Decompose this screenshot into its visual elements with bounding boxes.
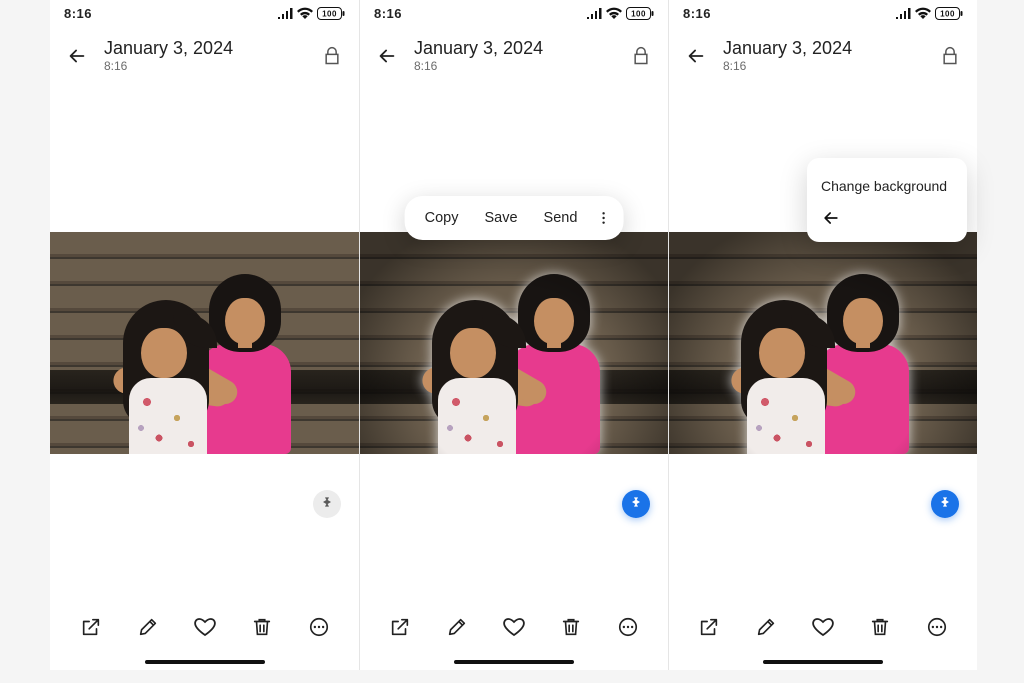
- svg-text:100: 100: [631, 9, 646, 18]
- header-date: January 3, 2024: [723, 38, 923, 59]
- phone-screenshot-1: 8:16 100 January 3, 2024 8:16: [50, 0, 359, 670]
- signal-icon: [896, 8, 911, 19]
- home-indicator[interactable]: [145, 660, 265, 664]
- svg-text:100: 100: [940, 9, 955, 18]
- girl-front: [729, 306, 849, 454]
- status-bar: 8:16 100: [360, 0, 668, 26]
- status-time: 8:16: [374, 6, 402, 21]
- header-date: January 3, 2024: [414, 38, 614, 59]
- subject-action-popup: Copy Save Send: [405, 196, 624, 240]
- header: January 3, 2024 8:16: [50, 26, 359, 86]
- header-time: 8:16: [723, 60, 923, 74]
- back-arrow-icon: [821, 208, 841, 228]
- photo-subjects: [105, 278, 305, 454]
- header-time: 8:16: [414, 60, 614, 74]
- header-title: January 3, 2024 8:16: [723, 38, 923, 74]
- favorite-button[interactable]: [497, 610, 531, 644]
- home-indicator[interactable]: [763, 660, 883, 664]
- status-bar: 8:16 100: [669, 0, 977, 26]
- lock-button[interactable]: [937, 43, 963, 69]
- photo[interactable]: [50, 232, 359, 454]
- photo-area: [360, 86, 668, 600]
- signal-icon: [587, 8, 602, 19]
- wifi-icon: [606, 7, 622, 19]
- popup-more-icon[interactable]: [591, 206, 615, 230]
- more-button[interactable]: [302, 610, 336, 644]
- battery-icon: 100: [317, 7, 345, 20]
- edit-button[interactable]: [440, 610, 474, 644]
- edit-button[interactable]: [749, 610, 783, 644]
- photo[interactable]: [360, 232, 668, 454]
- subject-cutout-button[interactable]: [931, 490, 959, 518]
- phone-screenshot-2: 8:16 100 January 3, 2024 8:16: [359, 0, 668, 670]
- photo-subjects-selected[interactable]: [723, 278, 923, 454]
- sheet-change-background[interactable]: Change background: [821, 170, 953, 202]
- wifi-icon: [915, 7, 931, 19]
- status-time: 8:16: [683, 6, 711, 21]
- popup-send[interactable]: Send: [532, 206, 590, 230]
- back-button[interactable]: [683, 43, 709, 69]
- battery-level: 100: [322, 9, 337, 18]
- popup-copy[interactable]: Copy: [413, 206, 471, 230]
- back-button[interactable]: [64, 43, 90, 69]
- header-date: January 3, 2024: [104, 38, 305, 59]
- share-button[interactable]: [383, 610, 417, 644]
- girl-front: [111, 306, 231, 454]
- delete-button[interactable]: [245, 610, 279, 644]
- header: January 3, 2024 8:16: [360, 26, 668, 86]
- home-indicator[interactable]: [454, 660, 574, 664]
- share-button[interactable]: [692, 610, 726, 644]
- status-right: 100: [587, 7, 654, 20]
- more-button[interactable]: [611, 610, 645, 644]
- status-bar: 8:16 100: [50, 0, 359, 26]
- signal-icon: [278, 8, 293, 19]
- photo-area: [50, 86, 359, 600]
- status-right: 100: [278, 7, 345, 20]
- photo-subjects-selected[interactable]: [414, 278, 614, 454]
- subject-cutout-button[interactable]: [622, 490, 650, 518]
- lock-button[interactable]: [628, 43, 654, 69]
- header-time: 8:16: [104, 60, 305, 74]
- subject-more-sheet: Change background: [807, 158, 967, 242]
- status-time: 8:16: [64, 6, 92, 21]
- battery-icon: 100: [935, 7, 963, 20]
- battery-icon: 100: [626, 7, 654, 20]
- favorite-button[interactable]: [188, 610, 222, 644]
- wifi-icon: [297, 7, 313, 19]
- edit-button[interactable]: [131, 610, 165, 644]
- sheet-back[interactable]: [821, 202, 953, 234]
- photo[interactable]: [669, 232, 977, 454]
- more-button[interactable]: [920, 610, 954, 644]
- triptych-stage: 8:16 100 January 3, 2024 8:16: [0, 0, 1024, 683]
- sheet-change-background-label: Change background: [821, 178, 947, 194]
- favorite-button[interactable]: [806, 610, 840, 644]
- popup-save[interactable]: Save: [472, 206, 529, 230]
- subject-cutout-button[interactable]: [313, 490, 341, 518]
- girl-front: [420, 306, 540, 454]
- lock-button[interactable]: [319, 43, 345, 69]
- header: January 3, 2024 8:16: [669, 26, 977, 86]
- header-title: January 3, 2024 8:16: [104, 38, 305, 74]
- delete-button[interactable]: [863, 610, 897, 644]
- back-button[interactable]: [374, 43, 400, 69]
- delete-button[interactable]: [554, 610, 588, 644]
- status-right: 100: [896, 7, 963, 20]
- share-button[interactable]: [74, 610, 108, 644]
- header-title: January 3, 2024 8:16: [414, 38, 614, 74]
- phone-screenshot-3: 8:16 100 January 3, 2024 8:16: [668, 0, 977, 670]
